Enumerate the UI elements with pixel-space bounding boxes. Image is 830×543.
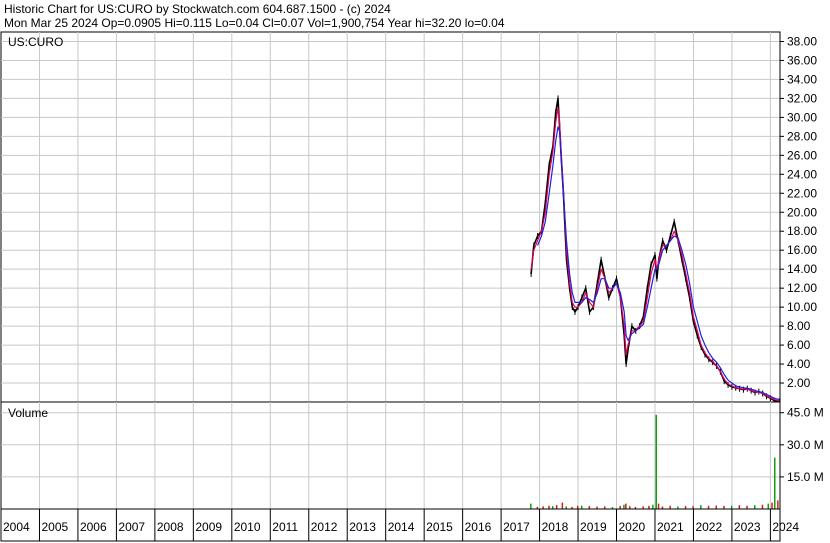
x-tick-label: 2014 — [388, 520, 415, 534]
volume-bar — [700, 505, 702, 509]
x-tick-label: 2012 — [311, 520, 338, 534]
price-y-tick-label: 18.00 — [787, 224, 817, 238]
x-tick-label: 2020 — [619, 520, 646, 534]
x-tick-label: 2009 — [195, 520, 222, 534]
volume-y-tick-label: 15.0 M — [787, 470, 824, 484]
volume-bar — [657, 503, 660, 509]
x-tick-label: 2010 — [234, 520, 261, 534]
volume-bar — [625, 503, 627, 509]
volume-bar — [774, 457, 776, 509]
volume-bar — [530, 503, 532, 509]
volume-panel-title: Volume — [8, 406, 48, 420]
x-tick-label: 2016 — [465, 520, 492, 534]
price-y-tick-label: 38.00 — [787, 34, 817, 48]
x-tick-label: 2006 — [80, 520, 107, 534]
volume-y-tick-label: 30.0 M — [787, 438, 824, 452]
stock-chart: US:CURO 38.00 36.00 34.00 32.00 30.00 28.00 26… — [0, 31, 824, 542]
price-panel-title: US:CURO — [8, 35, 63, 49]
volume-bar — [655, 414, 657, 509]
price-y-tick-label: 28.00 — [787, 129, 817, 143]
price-y-tick-label: 6.00 — [787, 338, 811, 352]
x-tick-label: 2015 — [426, 520, 453, 534]
price-y-tick-label: 26.00 — [787, 148, 817, 162]
price-y-tick-label: 32.00 — [787, 91, 817, 105]
x-tick-label: 2017 — [503, 520, 530, 534]
x-tick-label: 2005 — [41, 520, 68, 534]
price-y-tick-label: 34.00 — [787, 72, 817, 86]
volume-bar — [652, 504, 654, 509]
price-y-tick-label: 36.00 — [787, 53, 817, 67]
volume-bar — [730, 505, 733, 509]
volume-y-tick-label: 45.0 M — [787, 406, 824, 420]
price-y-tick-label: 10.00 — [787, 300, 817, 314]
price-y-tick-label: 24.00 — [787, 167, 817, 181]
volume-bar — [767, 503, 769, 509]
x-tick-label: 2004 — [3, 520, 30, 534]
x-tick-label: 2007 — [118, 520, 145, 534]
x-tick-label: 2024 — [772, 520, 799, 534]
price-y-tick-label: 20.00 — [787, 205, 817, 219]
x-tick-label: 2021 — [657, 520, 684, 534]
x-tick-label: 2023 — [734, 520, 761, 534]
x-tick-label: 2022 — [695, 520, 722, 534]
volume-bar — [561, 502, 564, 509]
x-tick-label: 2019 — [580, 520, 607, 534]
x-tick-label: 2018 — [542, 520, 569, 534]
x-tick-label: 2008 — [157, 520, 184, 534]
volume-bar — [555, 505, 558, 509]
price-y-tick-label: 30.00 — [787, 110, 817, 124]
price-panel — [0, 31, 781, 403]
price-y-tick-label: 16.00 — [787, 243, 817, 257]
volume-bar — [771, 502, 773, 509]
volume-bar — [761, 504, 764, 509]
x-tick-label: 2013 — [349, 520, 376, 534]
volume-bar — [715, 505, 717, 509]
volume-bar — [738, 505, 741, 509]
price-y-tick-label: 4.00 — [787, 357, 811, 371]
price-y-tick-label: 8.00 — [787, 319, 811, 333]
price-y-tick-label: 2.00 — [787, 376, 811, 390]
volume-panel — [0, 401, 781, 510]
price-y-tick-label: 12.00 — [787, 281, 817, 295]
volume-bar — [580, 505, 583, 509]
price-y-tick-label: 22.00 — [787, 186, 817, 200]
x-tick-label: 2011 — [272, 520, 298, 534]
volume-bar — [623, 504, 625, 509]
price-y-tick-label: 14.00 — [787, 262, 817, 276]
volume-bar — [777, 500, 779, 509]
volume-bar — [754, 505, 756, 509]
